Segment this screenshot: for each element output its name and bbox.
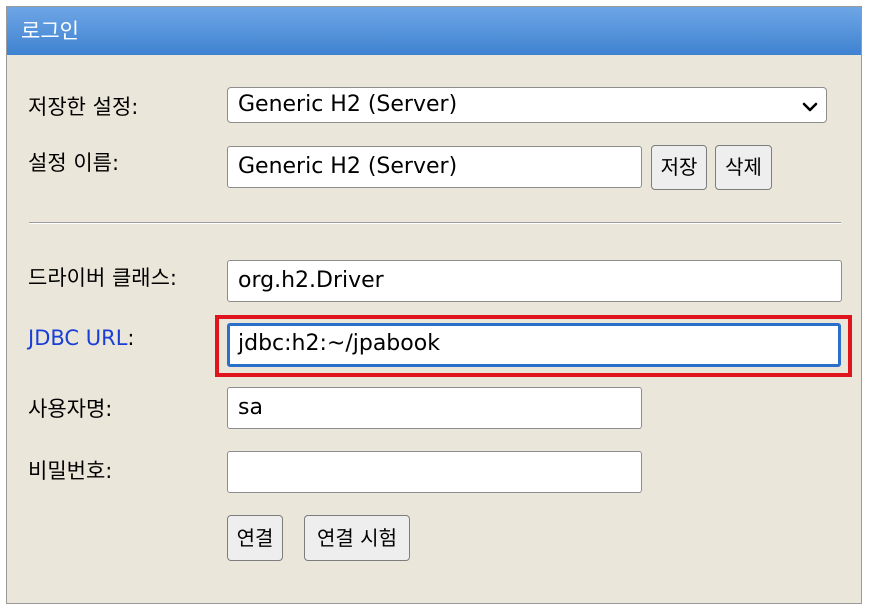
setting-name-input[interactable]: Generic H2 (Server) xyxy=(227,146,642,188)
saved-settings-select[interactable]: Generic H2 (Server) xyxy=(227,87,827,123)
jdbc-url-input[interactable]: jdbc:h2:~/jpabook xyxy=(227,323,841,367)
driver-class-value: org.h2.Driver xyxy=(238,268,384,293)
driver-class-input[interactable]: org.h2.Driver xyxy=(227,260,842,302)
login-title: 로그인 xyxy=(21,19,79,43)
username-input[interactable]: sa xyxy=(227,387,642,429)
saved-settings-label: 저장한 설정: xyxy=(28,95,139,119)
setting-name-label: 설정 이름: xyxy=(28,151,120,175)
driver-class-label: 드라이버 클래스: xyxy=(28,266,177,290)
setting-name-value: Generic H2 (Server) xyxy=(238,154,458,179)
jdbc-url-value: jdbc:h2:~/jpabook xyxy=(238,331,440,356)
jdbc-url-label: JDBC URL: xyxy=(28,326,134,350)
chevron-down-icon xyxy=(802,102,818,112)
username-value: sa xyxy=(238,395,263,420)
password-input[interactable] xyxy=(227,451,642,493)
delete-button[interactable]: 삭제 xyxy=(715,145,772,190)
test-connection-button[interactable]: 연결 시험 xyxy=(304,515,410,561)
username-label: 사용자명: xyxy=(28,397,113,421)
saved-settings-value: Generic H2 (Server) xyxy=(238,92,458,117)
login-panel: 로그인 저장한 설정: Generic H2 (Server) 설정 이름: G… xyxy=(6,6,862,604)
jdbc-url-help-link[interactable]: JDBC URL xyxy=(28,326,127,350)
password-label: 비밀번호: xyxy=(28,459,113,483)
jdbc-url-label-suffix: : xyxy=(127,326,135,350)
save-button[interactable]: 저장 xyxy=(651,145,707,190)
login-title-bar: 로그인 xyxy=(7,7,861,55)
section-divider xyxy=(29,222,841,224)
connect-button[interactable]: 연결 xyxy=(227,515,283,561)
